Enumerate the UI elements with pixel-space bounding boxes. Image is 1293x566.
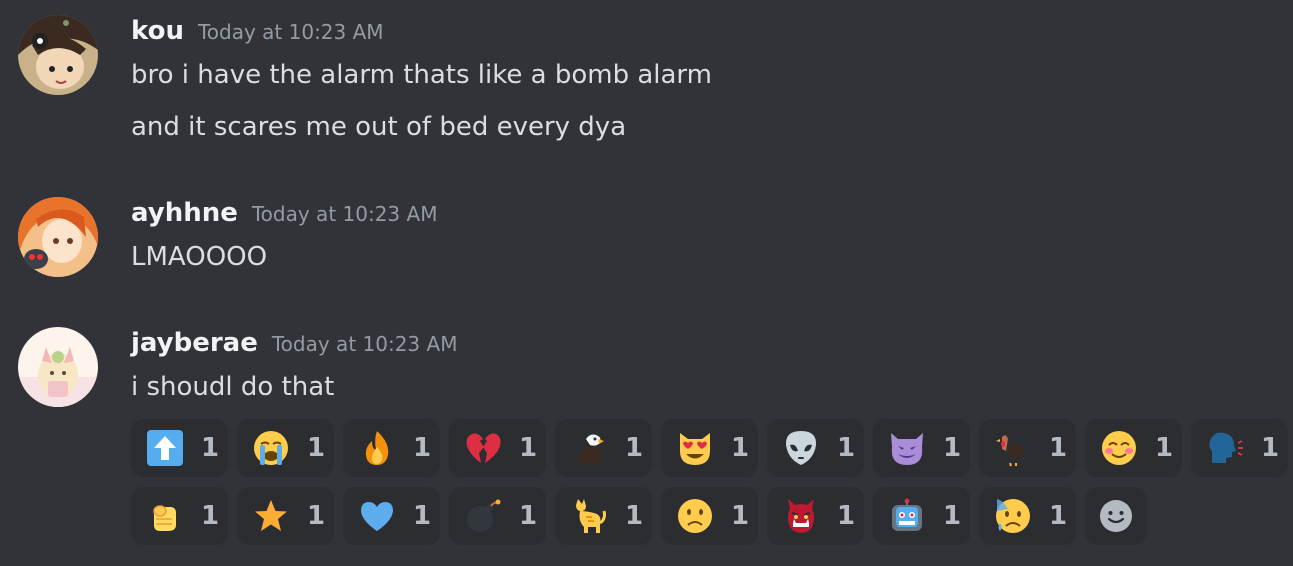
reaction[interactable]: 1	[1085, 419, 1182, 477]
point-at-viewer-icon	[145, 496, 185, 536]
robot-icon	[887, 496, 927, 536]
anxious-sweat-face-icon	[993, 496, 1033, 536]
star-icon	[251, 496, 291, 536]
reaction-count: 1	[837, 501, 856, 531]
message-text: LMAOOOO	[131, 242, 268, 272]
broken-heart-icon	[463, 428, 503, 468]
reactions-bar: 1 1 1 1 1 1 1 1 1 1 1 1 1 1 1 1 1 1 1 1	[131, 419, 1291, 555]
bomb-icon	[463, 496, 503, 536]
reaction-count: 1	[943, 501, 962, 531]
reaction[interactable]: 1	[449, 419, 546, 477]
heart-eyes-cat-icon	[675, 428, 715, 468]
reaction-count: 1	[1155, 433, 1174, 463]
reaction-count: 1	[307, 501, 326, 531]
timestamp: Today at 10:23 AM	[271, 332, 458, 356]
avatar[interactable]	[18, 327, 98, 407]
reaction[interactable]: 1	[237, 487, 334, 545]
blue-heart-icon	[357, 496, 397, 536]
reaction-count: 1	[1049, 501, 1068, 531]
reaction[interactable]: 1	[237, 419, 334, 477]
username[interactable]: ayhhne	[131, 198, 238, 228]
reaction-count: 1	[943, 433, 962, 463]
reaction-count: 1	[201, 501, 220, 531]
reaction-count: 1	[413, 501, 432, 531]
reaction-count: 1	[201, 433, 220, 463]
alien-icon	[781, 428, 821, 468]
loudly-crying-face-icon	[251, 428, 291, 468]
reaction[interactable]: 1	[343, 487, 440, 545]
reaction[interactable]: 1	[767, 487, 864, 545]
reaction-count: 1	[307, 433, 326, 463]
reaction-count: 1	[519, 433, 538, 463]
reaction[interactable]: 1	[873, 419, 970, 477]
reaction[interactable]: 1	[131, 487, 228, 545]
smiling-imp-icon	[887, 428, 927, 468]
reaction-count: 1	[731, 433, 750, 463]
reaction[interactable]: 1	[449, 487, 546, 545]
slightly-frowning-face-icon	[675, 496, 715, 536]
reaction-count: 1	[625, 433, 644, 463]
avatar[interactable]	[18, 15, 98, 95]
reactions-row: 1 1 1 1	[131, 487, 1291, 545]
speaking-head-icon	[1205, 428, 1245, 468]
eagle-icon	[569, 428, 609, 468]
reaction[interactable]: 1	[555, 487, 652, 545]
reaction-count: 1	[1049, 433, 1068, 463]
message-text: bro i have the alarm thats like a bomb a…	[131, 60, 712, 90]
arrow-up-icon	[145, 428, 185, 468]
cat-icon	[569, 496, 609, 536]
reaction-count: 1	[837, 433, 856, 463]
message-text: and it scares me out of bed every dya	[131, 112, 627, 142]
reaction[interactable]: 1	[343, 419, 440, 477]
message-text: i shoudl do that	[131, 372, 335, 402]
reaction[interactable]: 1	[979, 487, 1076, 545]
reaction-count: 1	[731, 501, 750, 531]
reaction[interactable]: 1	[1191, 419, 1288, 477]
reaction[interactable]: 1	[555, 419, 652, 477]
fire-icon	[357, 428, 397, 468]
reaction[interactable]: 1	[661, 487, 758, 545]
reaction[interactable]: 1	[873, 487, 970, 545]
add-reaction-smiley-icon	[1096, 496, 1136, 536]
blush-icon	[1099, 428, 1139, 468]
username[interactable]: kou	[131, 16, 184, 46]
reaction-count: 1	[413, 433, 432, 463]
username[interactable]: jayberae	[131, 328, 258, 358]
avatar[interactable]	[18, 197, 98, 277]
reaction[interactable]: 1	[661, 419, 758, 477]
turkey-icon	[993, 428, 1033, 468]
timestamp: Today at 10:23 AM	[251, 202, 438, 226]
timestamp: Today at 10:23 AM	[197, 20, 384, 44]
add-reaction-button[interactable]	[1085, 487, 1147, 545]
ogre-icon	[781, 496, 821, 536]
reaction-count: 1	[625, 501, 644, 531]
reaction-count: 1	[1261, 433, 1280, 463]
reaction[interactable]: 1	[979, 419, 1076, 477]
reaction[interactable]: 1	[131, 419, 228, 477]
reaction-count: 1	[519, 501, 538, 531]
reaction[interactable]: 1	[767, 419, 864, 477]
reactions-row: 1 1 1 1	[131, 419, 1291, 477]
